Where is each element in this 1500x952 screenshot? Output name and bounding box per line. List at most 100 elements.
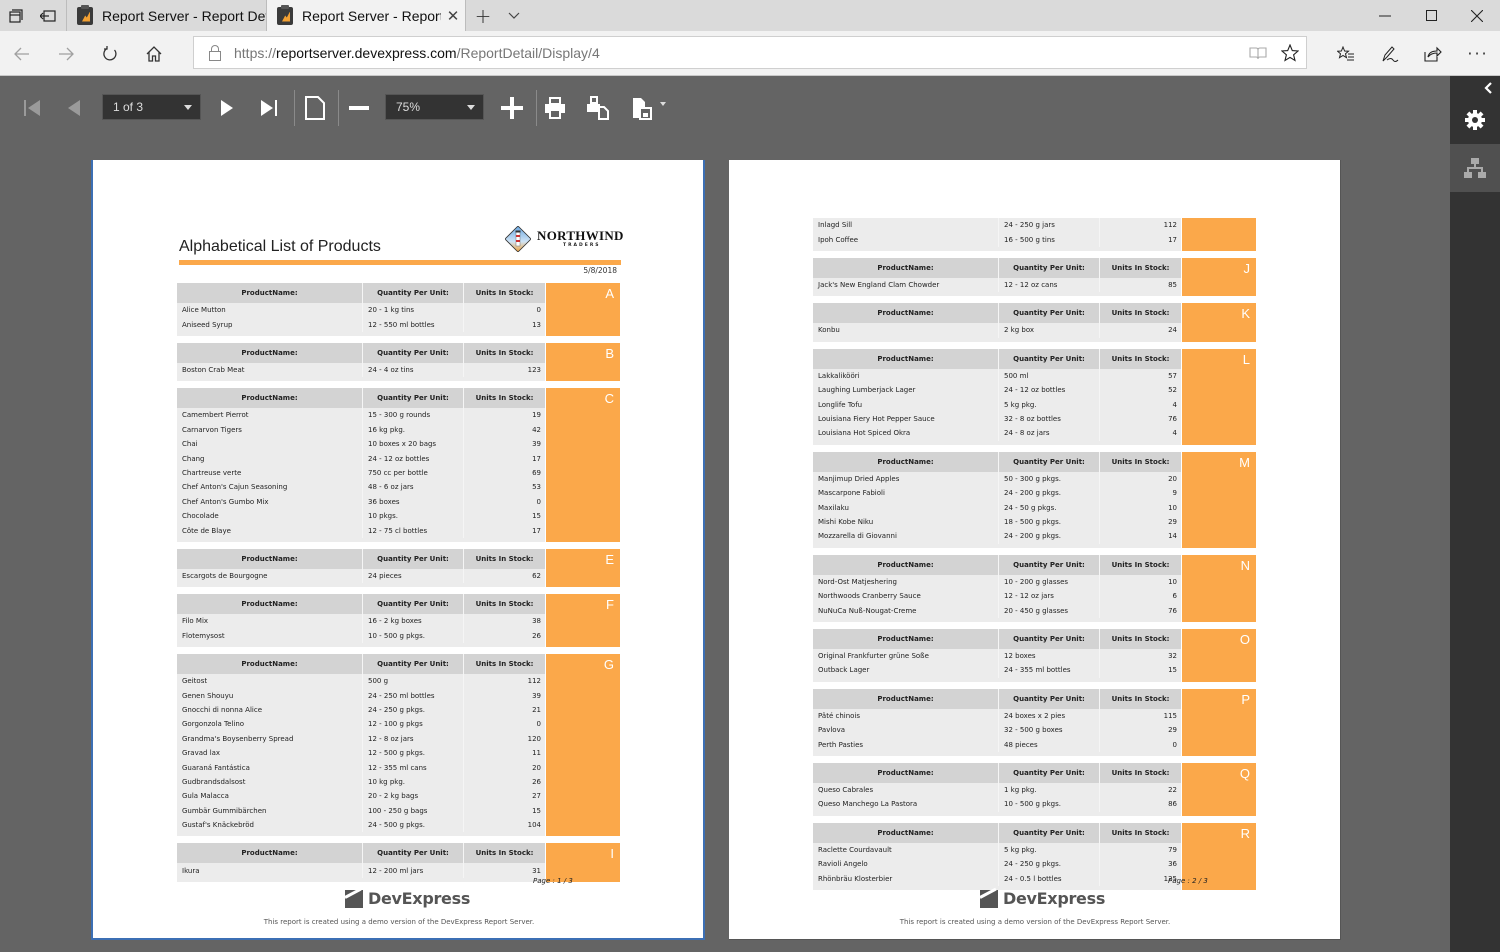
quantity-per-unit-cell: 12 - 12 oz jars	[999, 588, 1100, 604]
quantity-per-unit-cell: 100 - 250 g bags	[363, 803, 464, 818]
close-tab-icon[interactable]: ✕	[441, 7, 465, 25]
devexpress-logo-mark-icon	[980, 889, 998, 908]
units-in-stock-cell: 76	[1168, 606, 1177, 615]
forward-arrow-icon[interactable]	[46, 31, 86, 76]
first-page-icon[interactable]	[12, 88, 52, 128]
units-in-stock-cell: 112	[1163, 221, 1177, 230]
previous-page-icon[interactable]	[54, 88, 94, 128]
product-name-cell: Lakkalikööri	[813, 368, 999, 383]
back-arrow-icon[interactable]	[2, 31, 42, 76]
product-name-cell: Aniseed Syrup	[177, 317, 363, 332]
devexpress-logo: DevExpress	[980, 889, 1105, 908]
group-footer-spacer	[813, 677, 1181, 682]
column-header: Units In Stock:	[475, 554, 534, 563]
zoom-selector[interactable]: 75%	[385, 94, 484, 120]
table-row: Perth Pasties 48 pieces 0	[813, 737, 1181, 752]
refresh-icon[interactable]	[90, 31, 130, 76]
units-in-stock-cell: 115	[1163, 711, 1177, 720]
new-tab-button[interactable]: +	[470, 0, 496, 31]
product-group: ProductName: Quantity Per Unit: Units In S…	[813, 348, 1256, 445]
report-title: Alphabetical List of Products	[179, 238, 381, 255]
units-in-stock-cell: 36	[1168, 860, 1177, 869]
units-in-stock-cell: 17	[1168, 235, 1177, 244]
document-map-tab[interactable]	[1450, 144, 1500, 192]
units-in-stock-cell: 4	[1172, 400, 1177, 409]
table-row: Aniseed Syrup 12 - 550 ml bottles 13	[177, 317, 545, 332]
report-page-2[interactable]: Inlagd Sill 24 - 250 g jars 112 Ipoh Coffee…	[729, 160, 1341, 940]
browser-tab-strip: Report Server - Report Deta Report Serve…	[0, 0, 1500, 31]
quantity-per-unit-cell: 16 kg pkg.	[363, 422, 464, 437]
product-name-cell: Rhönbräu Klosterbier	[813, 871, 999, 886]
product-name-cell: Queso Cabrales	[813, 782, 999, 798]
tab-title: Report Server - Report Deta	[102, 7, 266, 24]
browser-tab-1[interactable]: Report Server - Report Deta	[66, 0, 266, 31]
favorite-star-icon[interactable]	[1274, 43, 1306, 62]
table-row: Laughing Lumberjack Lager 24 - 12 oz bott…	[813, 382, 1181, 398]
favorites-hub-icon[interactable]	[1326, 31, 1366, 76]
report-page-1[interactable]: Alphabetical List of Products NORTHWIND …	[91, 160, 705, 940]
web-note-pen-icon[interactable]	[1370, 31, 1410, 76]
units-in-stock-cell: 32	[1168, 651, 1177, 660]
multipage-mode-page-icon[interactable]	[295, 88, 335, 128]
print-page-icon[interactable]	[578, 88, 618, 128]
collapse-panel-chevron-left-icon[interactable]	[1480, 80, 1496, 96]
quantity-per-unit-cell: 48 - 6 oz jars	[363, 480, 464, 495]
home-icon[interactable]	[134, 31, 174, 76]
quantity-per-unit-cell: 1 kg pkg.	[999, 782, 1100, 798]
maximize-window-button[interactable]	[1408, 0, 1454, 31]
quantity-per-unit-cell: 50 - 300 g pkgs.	[999, 471, 1100, 486]
more-options-icon[interactable]: ···	[1458, 31, 1498, 76]
browser-tab-2[interactable]: Report Server - Report I ✕	[266, 0, 466, 31]
table-row: Grandma's Boysenberry Spread 12 - 8 oz ja…	[177, 731, 545, 746]
table-row: Longlife Tofu 5 kg pkg. 4	[813, 397, 1181, 412]
product-name-cell: Gumbär Gummibärchen	[177, 803, 363, 818]
parameters-tab[interactable]	[1450, 96, 1500, 144]
quantity-per-unit-cell: 24 - 355 ml bottles	[999, 663, 1100, 678]
next-page-icon[interactable]	[207, 88, 247, 128]
address-bar[interactable]: https://reportserver.devexpress.com/Repo…	[193, 36, 1307, 69]
group-footer-spacer	[813, 440, 1181, 445]
url-text[interactable]: https://reportserver.devexpress.com/Repo…	[234, 45, 1242, 61]
devexpress-logo: DevExpress	[345, 889, 470, 908]
column-header: Quantity Per Unit:	[363, 283, 464, 303]
units-in-stock-cell: 39	[532, 440, 541, 449]
table-row: Gumbär Gummibärchen 100 - 250 g bags 15	[177, 803, 545, 818]
last-page-icon[interactable]	[250, 88, 290, 128]
zoom-in-plus-icon[interactable]	[492, 88, 532, 128]
group-header-row: ProductName: Quantity Per Unit: Units In S…	[813, 822, 1181, 843]
document-viewer-toolbar: 1 of 3 75%	[0, 76, 1450, 140]
demo-version-note: This report is created using a demo vers…	[899, 918, 1171, 926]
share-icon[interactable]	[1413, 31, 1453, 76]
product-name-cell: Original Frankfurter grüne Soße	[813, 648, 999, 664]
units-in-stock-cell: 19	[532, 411, 541, 420]
group-footer-spacer	[813, 751, 1181, 756]
group-footer-spacer	[177, 331, 545, 336]
tab-manager-icon[interactable]	[0, 0, 32, 31]
set-tabs-aside-icon[interactable]	[32, 0, 64, 31]
table-row: Chef Anton's Cajun Seasoning 48 - 6 oz ja…	[177, 480, 545, 495]
product-name-cell: Konbu	[813, 323, 999, 338]
table-row: Inlagd Sill 24 - 250 g jars 112	[813, 218, 1181, 233]
reading-view-icon[interactable]	[1242, 46, 1274, 60]
product-name-cell: Manjimup Dried Apples	[813, 471, 999, 486]
quantity-per-unit-cell: 12 - 100 g pkgs	[363, 717, 464, 732]
table-row: Guaraná Fantástica 12 - 355 ml cans 20	[177, 760, 545, 775]
units-in-stock-cell: 14	[1168, 532, 1177, 541]
group-header-row: ProductName: Quantity Per Unit: Units In S…	[813, 628, 1181, 649]
table-row: Maxilaku 24 - 50 g pkgs. 10	[813, 500, 1181, 515]
export-dropdown-icon[interactable]	[626, 88, 672, 128]
quantity-per-unit-cell: 10 pkgs.	[363, 508, 464, 524]
tab-list-chevron-down-icon[interactable]	[500, 0, 528, 31]
zoom-out-minus-icon[interactable]	[339, 88, 379, 128]
column-header: ProductName:	[177, 594, 363, 615]
group-footer-spacer	[177, 877, 545, 882]
close-window-button[interactable]	[1454, 0, 1500, 31]
page-selector[interactable]: 1 of 3	[102, 94, 201, 120]
column-header: Units In Stock:	[1111, 768, 1170, 777]
print-icon[interactable]	[535, 88, 575, 128]
column-header: ProductName:	[813, 822, 999, 843]
group-header-row: ProductName: Quantity Per Unit: Units In S…	[177, 388, 545, 409]
quantity-per-unit-cell: 24 - 4 oz tins	[363, 362, 464, 378]
minimize-window-button[interactable]	[1362, 0, 1408, 31]
quantity-per-unit-cell: 20 - 1 kg tins	[363, 303, 464, 318]
